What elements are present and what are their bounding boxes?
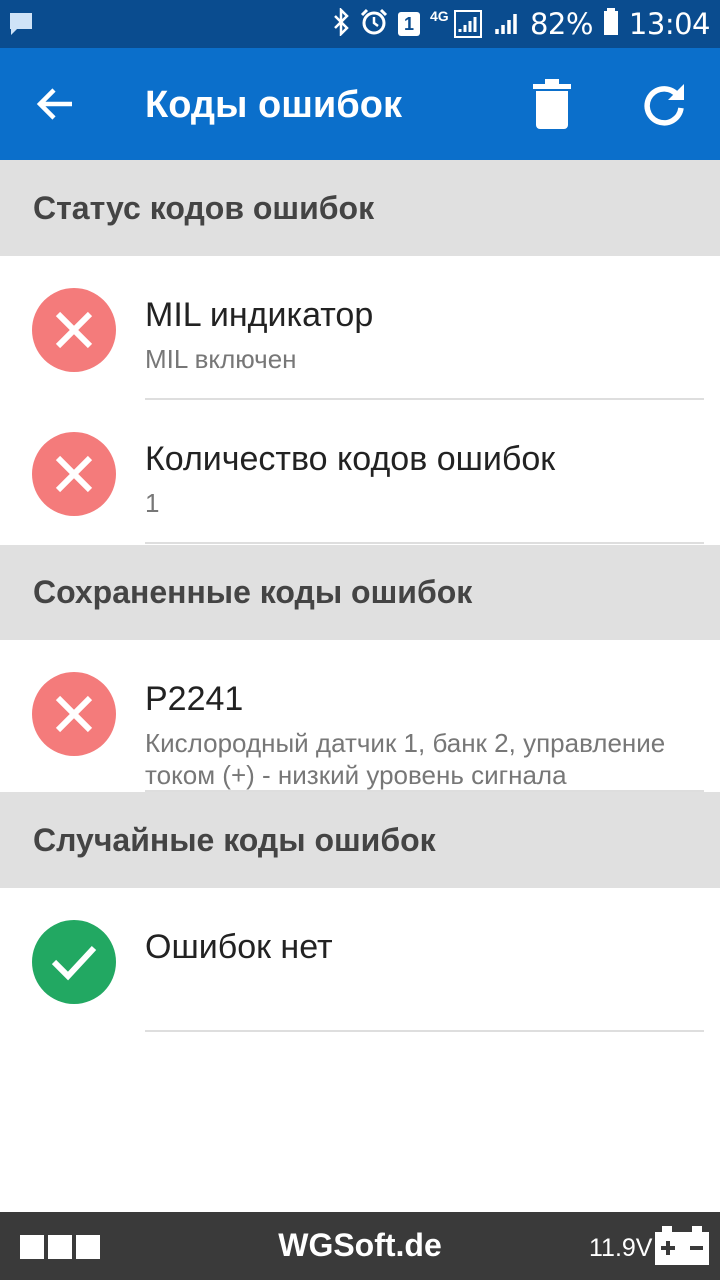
item-subtitle: Кислородный датчик 1, банк 2, управление… — [145, 728, 666, 790]
clock: 13:04 — [628, 7, 711, 41]
section-header-pending: Случайные коды ошибок — [0, 792, 720, 888]
signal-icon: 4G — [430, 8, 484, 40]
message-icon — [8, 11, 34, 42]
error-status-icon — [32, 672, 116, 756]
item-subtitle: MIL включен — [145, 344, 297, 374]
battery-icon — [603, 7, 619, 41]
car-battery-icon — [654, 1226, 710, 1271]
bottom-bar: WGSoft.de 11.9V — [0, 1212, 720, 1280]
error-status-icon — [32, 288, 116, 372]
refresh-button[interactable] — [632, 74, 696, 134]
item-subtitle: 1 — [145, 488, 160, 518]
error-status-icon — [32, 432, 116, 516]
section-header-status: Статус кодов ошибок — [0, 160, 720, 256]
divider — [145, 1030, 704, 1032]
refresh-icon — [644, 84, 684, 126]
list-item-p2241[interactable]: P2241 Кислородный датчик 1, банк 2, упра… — [0, 640, 720, 792]
app-bar: Коды ошибок — [0, 48, 720, 160]
item-title: Количество кодов ошибок — [145, 440, 556, 478]
arrow-left-icon — [36, 88, 72, 120]
list-item-mil[interactable]: MIL индикатор MIL включен — [0, 256, 720, 400]
delete-codes-button[interactable] — [522, 74, 582, 134]
list-item-no-errors[interactable]: Ошибок нет — [0, 888, 720, 1032]
section-header-stored: Сохраненные коды ошибок — [0, 545, 720, 640]
check-status-icon — [32, 920, 116, 1004]
battery-percent: 82% — [529, 7, 593, 41]
status-bar: 1 4G 82% 13:04 — [0, 0, 720, 48]
trash-icon — [533, 79, 571, 129]
page-title: Коды ошибок — [145, 84, 402, 126]
alarm-icon — [360, 8, 388, 41]
item-title: Ошибок нет — [145, 928, 333, 966]
divider — [145, 542, 704, 544]
network-type: 4G — [429, 8, 449, 24]
list-item-code-count[interactable]: Количество кодов ошибок 1 — [0, 400, 720, 544]
voltage-readout: 11.9V — [589, 1234, 653, 1262]
sim-badge-icon: 1 — [397, 12, 420, 36]
item-title: P2241 — [145, 680, 244, 718]
sim-badge-text: 1 — [403, 13, 414, 34]
signal-icon-2 — [494, 8, 520, 41]
back-button[interactable] — [24, 78, 84, 130]
bluetooth-icon — [332, 6, 350, 41]
item-title: MIL индикатор — [145, 296, 374, 334]
